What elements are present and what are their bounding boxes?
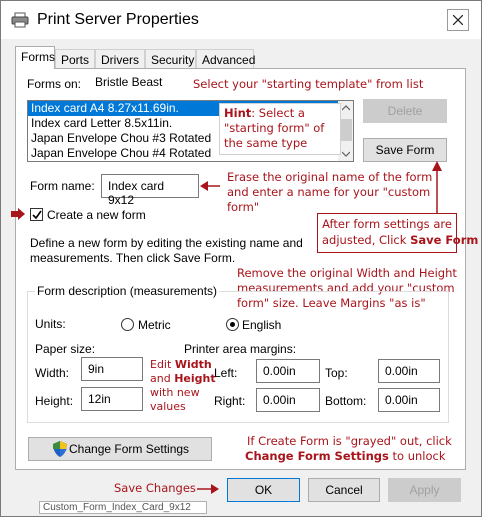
- shield-icon: [53, 441, 67, 457]
- apply-button[interactable]: Apply: [388, 478, 461, 502]
- annotation-remove: Remove the original Width and Height: [237, 266, 457, 280]
- units-label: Units:: [35, 317, 66, 331]
- change-form-settings-label: Change Form Settings: [69, 442, 190, 456]
- description-text: Define a new form by editing the existin…: [30, 236, 303, 250]
- height-label: Height:: [35, 394, 74, 408]
- hint-text: "starting form" of: [224, 121, 325, 135]
- close-button[interactable]: [447, 9, 469, 31]
- tab-drivers[interactable]: Drivers: [95, 49, 145, 69]
- cancel-button[interactable]: Cancel: [308, 478, 380, 502]
- annotation-erase: and enter a name for your "custom: [227, 185, 431, 199]
- hint-annotation: Hint: Select a "starting form" of the sa…: [219, 103, 341, 155]
- arrow-right-icon: [197, 484, 219, 494]
- arrow-left-icon: [200, 181, 220, 191]
- annotation-text: After form settings are: [322, 217, 452, 231]
- form-name-field[interactable]: Index card 9x12: [101, 174, 199, 207]
- left-margin-field[interactable]: 0.00in: [256, 359, 320, 383]
- tab-forms[interactable]: Forms: [15, 46, 55, 69]
- top-margin-label: Top:: [325, 366, 348, 380]
- right-margin-field[interactable]: 0.00in: [256, 388, 320, 412]
- annotation-text: to unlock: [388, 449, 446, 463]
- ok-button[interactable]: OK: [227, 478, 300, 502]
- width-label: Width:: [35, 366, 70, 380]
- annotation-text: values: [150, 400, 186, 413]
- english-label: English: [242, 318, 282, 332]
- annotation-text: and: [150, 372, 175, 385]
- arrow-right-icon: [11, 208, 25, 220]
- margins-label: Printer area margins:: [184, 342, 297, 356]
- left-margin-label: Left:: [214, 366, 238, 380]
- save-form-button[interactable]: Save Form: [363, 138, 447, 162]
- annotation-grayed: Change Form Settings to unlock: [245, 449, 446, 463]
- form-name-label: Form name:: [30, 179, 95, 193]
- annotation-save-changes: Save Changes: [114, 481, 196, 495]
- scroll-up-icon[interactable]: [342, 105, 350, 111]
- title-bar: Print Server Properties: [1, 1, 481, 39]
- annotation-text: with new: [150, 386, 200, 399]
- description-text: measurements. Then click Save Form.: [30, 251, 236, 265]
- annotation-erase: form": [227, 200, 260, 214]
- annotation-select-template: Select your "starting template" from lis…: [193, 77, 424, 91]
- paper-size-label: Paper size:: [35, 342, 96, 356]
- annotation-grayed: If Create Form is "grayed" out, click: [247, 434, 452, 448]
- create-new-form-checkbox[interactable]: [30, 208, 43, 221]
- tab-ports[interactable]: Ports: [55, 49, 95, 69]
- server-name: Bristle Beast: [95, 75, 163, 89]
- print-server-properties-window: Print Server Properties Forms Ports Driv…: [0, 0, 482, 517]
- close-icon: [453, 15, 463, 25]
- tab-security[interactable]: Security: [145, 49, 196, 69]
- create-new-form-label: Create a new form: [47, 208, 146, 222]
- right-margin-label: Right:: [214, 394, 246, 408]
- image-caption: Custom_Form_Index_Card_9x12: [39, 501, 207, 514]
- metric-label: Metric: [138, 318, 171, 332]
- hint-text: the same type: [224, 136, 308, 150]
- scroll-down-icon[interactable]: [342, 151, 350, 157]
- hint-text: : Select a: [251, 106, 305, 120]
- metric-radio[interactable]: [121, 318, 134, 331]
- annotation-save-form-callout: After form settings are adjusted, Click …: [317, 213, 478, 253]
- annotation-bold: Height: [174, 372, 216, 385]
- annotation-bold: Change Form Settings: [245, 449, 389, 463]
- annotation-erase: Erase the original name of the form: [227, 170, 433, 184]
- annotation-text: adjusted, Click: [322, 233, 411, 247]
- annotation-edit-size: Edit Width and Height with new values: [150, 358, 216, 414]
- radio-selected-dot: [230, 322, 235, 327]
- annotation-text: Edit: [150, 358, 175, 371]
- english-radio[interactable]: [226, 318, 239, 331]
- forms-on-label: Forms on:: [27, 77, 82, 91]
- top-margin-field[interactable]: 0.00in: [378, 359, 440, 383]
- checkmark-icon: [32, 210, 42, 220]
- printer-icon: [11, 12, 29, 28]
- group-title: Form description (measurements): [35, 284, 220, 298]
- bottom-margin-label: Bottom:: [325, 394, 367, 408]
- scroll-thumb[interactable]: [340, 119, 352, 141]
- tab-advanced[interactable]: Advanced: [196, 49, 255, 69]
- bottom-margin-field[interactable]: 0.00in: [378, 388, 440, 412]
- height-field[interactable]: 12in: [81, 387, 143, 411]
- change-form-settings-button[interactable]: Change Form Settings: [28, 437, 212, 461]
- delete-button[interactable]: Delete: [363, 99, 447, 123]
- annotation-bold: Width: [174, 358, 212, 371]
- hint-label: Hint: [224, 106, 252, 120]
- window-title: Print Server Properties: [37, 11, 199, 28]
- width-field[interactable]: 9in: [81, 357, 143, 381]
- annotation-bold: Save Form: [410, 233, 479, 247]
